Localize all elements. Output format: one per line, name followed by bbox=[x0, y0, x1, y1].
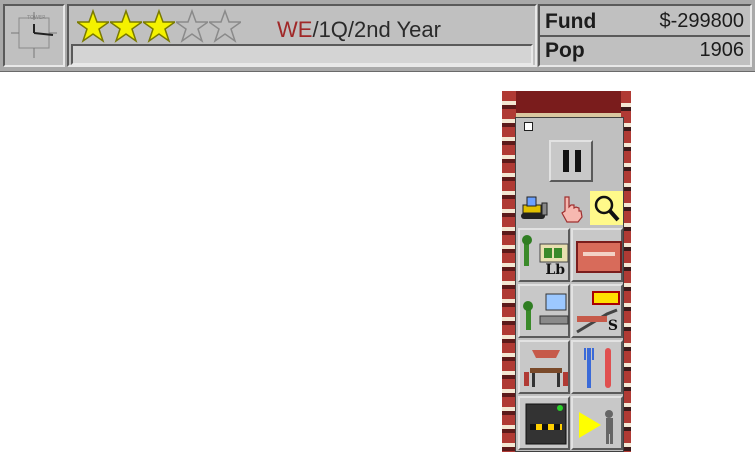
fund-row: Fund $-299800 bbox=[542, 8, 748, 34]
fast-food-button[interactable] bbox=[571, 340, 623, 394]
bulldozer-tool-button[interactable] bbox=[518, 191, 551, 225]
svg-text:TOWER: TOWER bbox=[26, 15, 46, 21]
floor-icon bbox=[576, 241, 622, 273]
office-icon bbox=[523, 293, 569, 330]
lobby-button[interactable]: Lb bbox=[518, 228, 570, 282]
hand-tool-button[interactable] bbox=[554, 191, 587, 225]
pop-label: Pop bbox=[545, 39, 585, 62]
hand-pointer-icon bbox=[561, 196, 583, 223]
date-display: WE/1Q/2nd Year bbox=[277, 17, 441, 43]
tool-palette[interactable]: Lb S bbox=[515, 117, 624, 452]
magnifier-icon bbox=[594, 195, 620, 222]
elevator-icon bbox=[525, 403, 567, 445]
star-empty-icon bbox=[176, 8, 208, 43]
star-empty-icon bbox=[209, 8, 241, 43]
palette-close-box[interactable] bbox=[524, 122, 533, 131]
quarter-year-label: /1Q/2nd Year bbox=[312, 17, 441, 42]
weekday-label: WE bbox=[277, 17, 313, 42]
restaurant-icon bbox=[524, 350, 568, 387]
stairs-escalator-label: S bbox=[607, 318, 618, 334]
elevator-button[interactable] bbox=[518, 396, 570, 450]
security-light-button[interactable] bbox=[571, 396, 623, 450]
message-bar bbox=[71, 44, 533, 65]
info-panel: WE/1Q/2nd Year bbox=[67, 4, 537, 67]
fund-value: $-299800 bbox=[659, 10, 744, 32]
stairs-escalator-button[interactable]: S bbox=[571, 284, 623, 338]
clock-icon: TOWER bbox=[11, 12, 57, 58]
office-button[interactable] bbox=[518, 284, 570, 338]
star-filled-icon bbox=[77, 8, 109, 43]
bulldozer-icon bbox=[521, 196, 548, 219]
star-filled-icon bbox=[110, 8, 142, 43]
pop-row: Pop 1906 bbox=[542, 37, 748, 63]
lobby-label: Lb bbox=[545, 262, 565, 278]
security-light-icon bbox=[579, 410, 613, 444]
floor-button[interactable] bbox=[571, 228, 623, 282]
restaurant-button[interactable] bbox=[518, 340, 570, 394]
star-rating bbox=[77, 7, 242, 45]
pop-value: 1906 bbox=[699, 39, 745, 61]
status-bar: TOWER WE/1Q/2nd Year Fund $-299800 Pop 1… bbox=[0, 0, 755, 72]
clock-panel: TOWER bbox=[3, 4, 65, 67]
fund-label: Fund bbox=[545, 10, 597, 33]
tower-wall-left bbox=[502, 91, 516, 452]
magnifier-tool-button[interactable] bbox=[590, 191, 623, 225]
stats-panel: Fund $-299800 Pop 1906 bbox=[538, 4, 752, 67]
star-filled-icon bbox=[143, 8, 175, 43]
fast-food-icon bbox=[584, 348, 611, 388]
pause-button[interactable] bbox=[549, 140, 593, 182]
